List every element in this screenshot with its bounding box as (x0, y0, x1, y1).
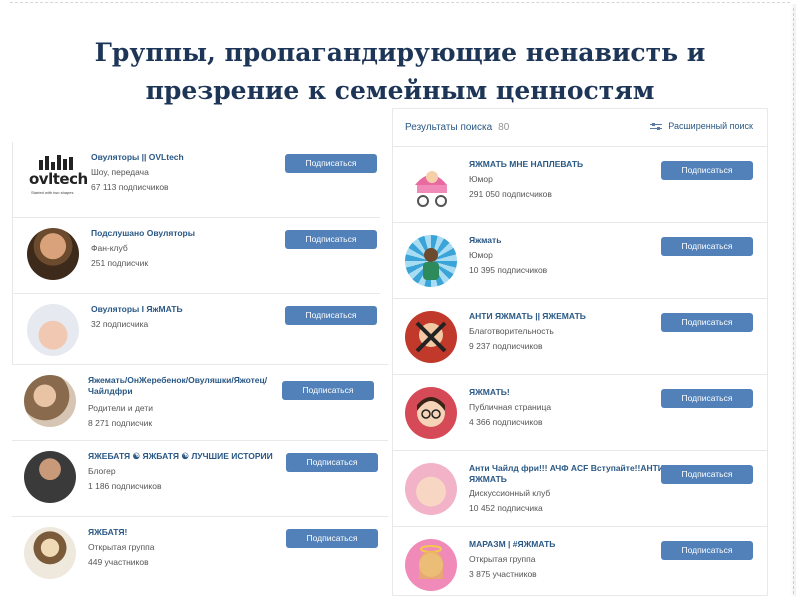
list-item: ЯЖМАТЬ МНЕ НАПЛЕВАТЬ Юмор 291 050 подпис… (393, 147, 767, 223)
group-name[interactable]: Анти Чайлд фри!!! АЧФ ACF Вступайте!!АНТ… (469, 463, 664, 485)
group-subscribers: 4 366 подписчиков (469, 417, 543, 427)
group-type: Благотворительность (469, 326, 554, 336)
angel-woman-avatar[interactable] (405, 539, 457, 591)
search-results-count: 80 (498, 122, 510, 133)
search-results-panel: Результаты поиска 80 Расширенный поиск Я… (392, 108, 768, 596)
subscribe-button[interactable]: Подписаться (286, 529, 378, 548)
left-bottom-panel: Яжемать/ОнЖеребенок/Овуляшки/Яжотец/ Чай… (12, 364, 388, 592)
stroller-icon[interactable] (405, 159, 457, 211)
group-name[interactable]: АНТИ ЯЖМАТЬ || ЯЖЕМАТЬ (469, 311, 586, 322)
group-type: Дискуссионный клуб (469, 488, 551, 498)
list-item: ovltech Started with two shapes Овулятор… (13, 142, 380, 218)
pregnant-photo-avatar[interactable] (27, 304, 79, 356)
group-subscribers: 8 271 подписчик (88, 418, 153, 428)
crossed-woman-avatar[interactable] (405, 311, 457, 363)
slide-title: Группы, пропагандирующие ненависть и пре… (94, 38, 706, 105)
search-header: Результаты поиска 80 Расширенный поиск (393, 109, 767, 147)
subscribe-button[interactable]: Подписаться (285, 154, 377, 173)
family-photo-avatar[interactable] (24, 375, 76, 427)
ovltech-logo[interactable]: ovltech Started with two shapes (27, 152, 87, 204)
group-subscribers: 291 050 подписчиков (469, 189, 552, 199)
group-type: Открытая группа (88, 542, 155, 552)
list-item: Подслушано Овуляторы Фан-клуб 251 подпис… (13, 218, 380, 294)
group-name[interactable]: Овуляторы I ЯжМАТЬ (91, 304, 183, 315)
list-item: ЯЖЕБАТЯ ☯ ЯЖБАТЯ ☯ ЛУЧШИЕ ИСТОРИИ Блогер… (12, 441, 388, 517)
group-subscribers: 67 113 подписчиков (91, 182, 169, 192)
list-item: Яжмать Юмор 10 395 подписчиков Подписать… (393, 223, 767, 299)
group-subscribers: 449 участников (88, 557, 149, 567)
group-name-line1: Яжемать/ОнЖеребенок/Овуляшки/Яжотец/ (88, 375, 268, 385)
group-name[interactable]: Овуляторы || OVLtech (91, 152, 184, 163)
list-item: МАРАЗМ | #ЯЖМАТЬ Открытая группа 3 875 у… (393, 527, 767, 603)
group-type: Фан-клуб (91, 243, 128, 253)
group-name-line2: ЯЖМАТЬ (469, 474, 507, 484)
slide: Группы, пропагандирующие ненависть и пре… (0, 0, 800, 600)
man-photo-2-avatar[interactable] (24, 451, 76, 503)
group-type: Шоу, передача (91, 167, 149, 177)
list-item: АНТИ ЯЖМАТЬ || ЯЖЕМАТЬ Благотворительнос… (393, 299, 767, 375)
subscribe-button[interactable]: Подписаться (661, 161, 753, 180)
left-top-panel: ovltech Started with two shapes Овулятор… (12, 142, 380, 364)
sunburst-figure-avatar[interactable] (405, 235, 457, 287)
frame-top-border (10, 2, 790, 3)
subscribe-button[interactable]: Подписаться (286, 453, 378, 472)
group-name-line2: Чайлдфри (88, 386, 133, 396)
group-subscribers: 10 395 подписчиков (469, 265, 548, 275)
list-item: ЯЖМАТЬ! Публичная страница 4 366 подписч… (393, 375, 767, 451)
group-type: Родители и дети (88, 403, 154, 413)
group-subscribers: 3 875 участников (469, 569, 537, 579)
subscribe-button[interactable]: Подписаться (661, 541, 753, 560)
group-type: Юмор (469, 174, 493, 184)
baby-photo-avatar[interactable] (405, 463, 457, 515)
list-item: Анти Чайлд фри!!! АЧФ ACF Вступайте!!АНТ… (393, 451, 767, 527)
group-name-line1: Анти Чайлд фри!!! АЧФ ACF Вступайте!!АНТ… (469, 463, 664, 473)
subscribe-button[interactable]: Подписаться (285, 230, 377, 249)
group-name[interactable]: ЯЖМАТЬ! (469, 387, 510, 398)
group-name[interactable]: ЯЖЕБАТЯ ☯ ЯЖБАТЯ ☯ ЛУЧШИЕ ИСТОРИИ (88, 451, 273, 462)
group-subscribers: 1 186 подписчиков (88, 481, 162, 491)
woman-glasses-avatar[interactable] (405, 387, 457, 439)
subscribe-button[interactable]: Подписаться (661, 465, 753, 484)
group-name[interactable]: ЯЖБАТЯ! (88, 527, 127, 538)
advanced-search-link[interactable]: Расширенный поиск (650, 121, 753, 131)
group-name[interactable]: ЯЖМАТЬ МНЕ НАПЛЕВАТЬ (469, 159, 583, 170)
group-subscribers: 251 подписчик (91, 258, 149, 268)
group-name[interactable]: Яжмать (469, 235, 501, 246)
subscribe-button[interactable]: Подписаться (661, 389, 753, 408)
subscribe-button[interactable]: Подписаться (285, 306, 377, 325)
group-type: Юмор (469, 250, 493, 260)
group-subscribers: 9 237 подписчиков (469, 341, 543, 351)
man-photo-avatar[interactable] (27, 228, 79, 280)
advanced-search-label: Расширенный поиск (668, 121, 753, 131)
frame-shadow (790, 4, 796, 596)
list-item: Овуляторы I ЯжМАТЬ 32 подписчика Подписа… (13, 294, 380, 370)
group-type: Блогер (88, 466, 116, 476)
filter-sliders-icon (650, 122, 663, 131)
group-name[interactable]: МАРАЗМ | #ЯЖМАТЬ (469, 539, 555, 550)
subscribe-button[interactable]: Подписаться (282, 381, 374, 400)
man-drawing-avatar[interactable] (24, 527, 76, 579)
subscribe-button[interactable]: Подписаться (661, 313, 753, 332)
group-name[interactable]: Яжемать/ОнЖеребенок/Овуляшки/Яжотец/ Чай… (88, 375, 267, 397)
group-name[interactable]: Подслушано Овуляторы (91, 228, 195, 239)
subscribe-button[interactable]: Подписаться (661, 237, 753, 256)
list-item: Яжемать/ОнЖеребенок/Овуляшки/Яжотец/ Чай… (12, 365, 388, 441)
group-type: Публичная страница (469, 402, 552, 412)
group-type: 32 подписчика (91, 319, 149, 329)
group-subscribers: 10 452 подписчика (469, 503, 543, 513)
list-item: ЯЖБАТЯ! Открытая группа 449 участников П… (12, 517, 388, 593)
group-type: Открытая группа (469, 554, 536, 564)
search-results-title: Результаты поиска (405, 122, 493, 133)
